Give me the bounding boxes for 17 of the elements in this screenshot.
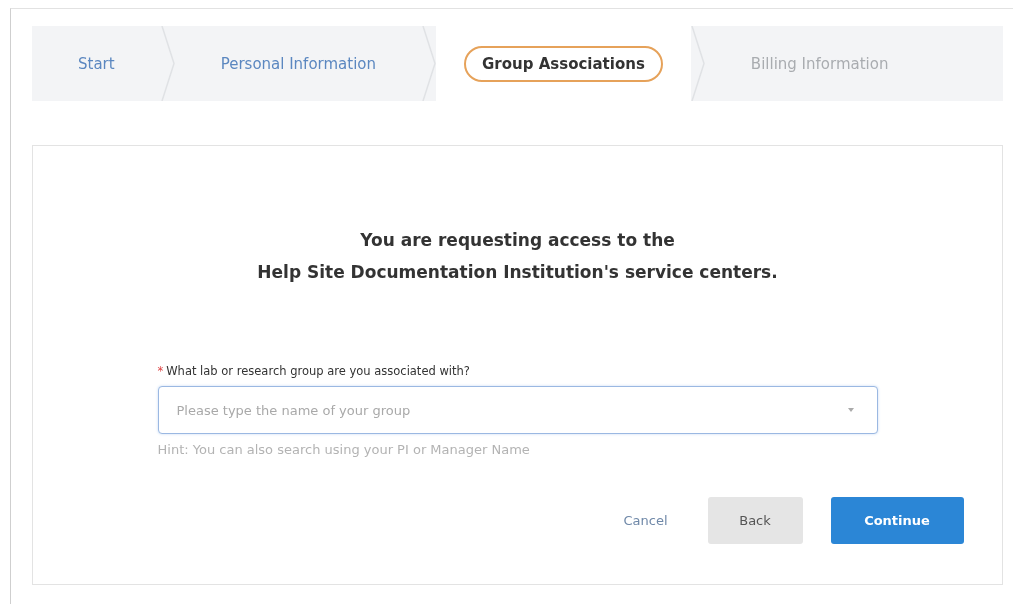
step-tab[interactable]: Start xyxy=(32,26,161,101)
caret-icon xyxy=(847,408,854,412)
heading-line: Help Site Documentation Institution's service centers. xyxy=(257,261,778,284)
field-label: What lab or research group are you associated with? xyxy=(166,364,470,378)
chevron-divider-icon xyxy=(690,26,705,101)
chevron-divider-icon xyxy=(422,26,437,101)
group-search-field[interactable]: Please type the name of your group xyxy=(157,386,878,434)
chevron-divider-icon xyxy=(160,26,175,101)
heading-line: You are requesting access to the xyxy=(360,229,675,252)
hint-text: Hint: You can also search using your PI or Manager Name xyxy=(157,442,531,457)
step-tab[interactable]: Billing Information xyxy=(704,26,935,101)
cancel-button[interactable]: Cancel xyxy=(611,497,680,544)
step-tab[interactable]: Group Associations xyxy=(436,26,691,101)
back-button[interactable]: Back xyxy=(707,497,803,544)
continue-button[interactable]: Continue xyxy=(830,497,964,544)
step-tab[interactable]: Personal Information xyxy=(174,26,423,101)
required-mark: * xyxy=(157,364,164,378)
